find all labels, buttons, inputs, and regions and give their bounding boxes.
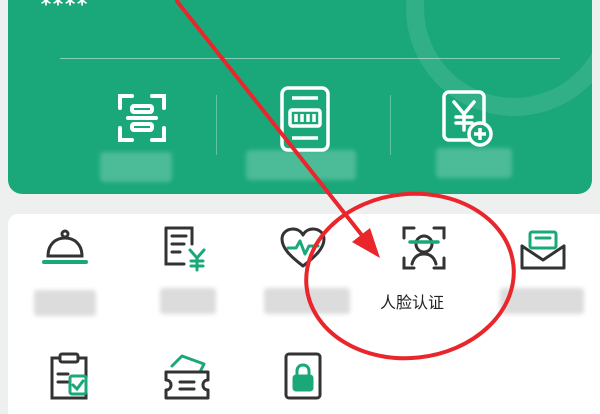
- mail-icon[interactable]: [518, 228, 568, 276]
- blurred-label: [34, 290, 96, 316]
- blurred-label: [100, 152, 172, 182]
- masked-user-name: ****: [40, 0, 89, 16]
- ticket-cash-icon[interactable]: [162, 352, 212, 404]
- yuan-card-add-icon[interactable]: [440, 88, 496, 156]
- blurred-label: [436, 148, 512, 178]
- blurred-label: [500, 288, 584, 314]
- blurred-label: [264, 288, 350, 314]
- blurred-label: [160, 288, 216, 314]
- divider: [390, 95, 391, 155]
- divider: [60, 58, 560, 59]
- divider: [216, 95, 217, 155]
- heartbeat-icon[interactable]: [278, 226, 328, 274]
- service-bell-icon[interactable]: [42, 228, 88, 272]
- face-recognition-icon[interactable]: [400, 224, 448, 276]
- scan-icon[interactable]: [112, 88, 172, 152]
- lock-device-icon[interactable]: [280, 352, 326, 404]
- receipt-barcode-icon[interactable]: [278, 84, 332, 158]
- blurred-label: [246, 150, 356, 180]
- face-auth-label[interactable]: 人脸认证: [380, 289, 444, 313]
- clipboard-check-icon[interactable]: [46, 352, 92, 404]
- invoice-yuan-icon[interactable]: [162, 224, 208, 276]
